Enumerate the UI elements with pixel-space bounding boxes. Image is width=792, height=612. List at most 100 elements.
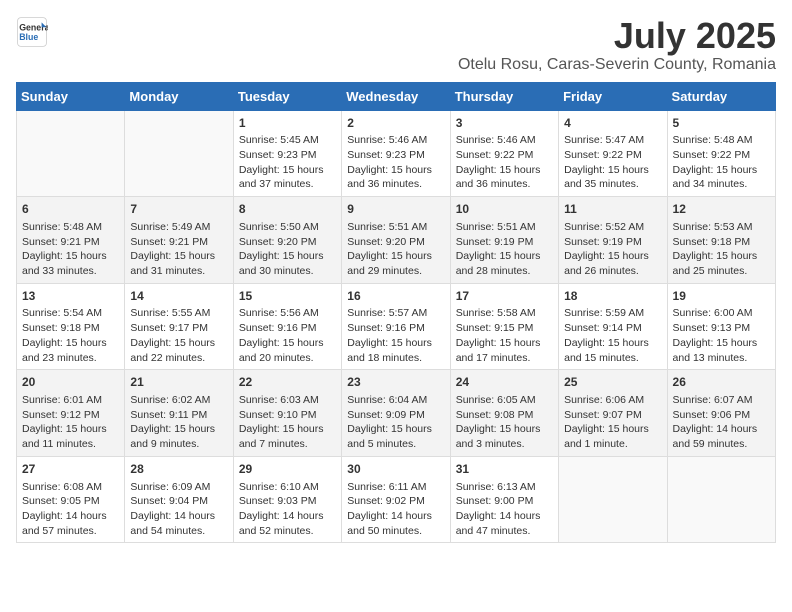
day-info-line: Daylight: 14 hours	[22, 509, 119, 524]
calendar-day-cell: 10Sunrise: 5:51 AMSunset: 9:19 PMDayligh…	[450, 197, 558, 284]
day-info-line: and 50 minutes.	[347, 524, 444, 539]
day-info-line: and 11 minutes.	[22, 437, 119, 452]
day-info-line: and 54 minutes.	[130, 524, 227, 539]
day-info-line: Daylight: 14 hours	[673, 422, 770, 437]
day-info-line: Daylight: 15 hours	[673, 163, 770, 178]
day-info-line: and 57 minutes.	[22, 524, 119, 539]
day-info-line: Sunset: 9:23 PM	[347, 148, 444, 163]
day-info-line: Daylight: 14 hours	[130, 509, 227, 524]
calendar-weekday-header: Sunday	[17, 82, 125, 110]
day-info-line: Sunrise: 6:10 AM	[239, 480, 336, 495]
day-info-line: Sunrise: 5:51 AM	[347, 220, 444, 235]
day-info-line: Sunrise: 5:48 AM	[22, 220, 119, 235]
day-number: 13	[22, 288, 119, 305]
calendar-week-row: 27Sunrise: 6:08 AMSunset: 9:05 PMDayligh…	[17, 456, 776, 543]
day-info-line: and 9 minutes.	[130, 437, 227, 452]
day-number: 1	[239, 115, 336, 132]
day-info-line: Sunset: 9:18 PM	[673, 235, 770, 250]
day-info-line: Sunrise: 6:05 AM	[456, 393, 553, 408]
day-info-line: Sunrise: 5:55 AM	[130, 306, 227, 321]
day-number: 7	[130, 201, 227, 218]
day-info-line: Sunrise: 5:56 AM	[239, 306, 336, 321]
day-info-line: Daylight: 15 hours	[130, 249, 227, 264]
day-number: 4	[564, 115, 661, 132]
day-info-line: and 15 minutes.	[564, 351, 661, 366]
day-info-line: Sunrise: 5:53 AM	[673, 220, 770, 235]
page-header: General Blue July 2025 Otelu Rosu, Caras…	[16, 16, 776, 74]
day-info-line: Daylight: 15 hours	[564, 336, 661, 351]
calendar-day-cell: 1Sunrise: 5:45 AMSunset: 9:23 PMDaylight…	[233, 110, 341, 197]
day-info-line: and 5 minutes.	[347, 437, 444, 452]
day-number: 26	[673, 374, 770, 391]
calendar-day-cell: 8Sunrise: 5:50 AMSunset: 9:20 PMDaylight…	[233, 197, 341, 284]
day-info-line: Daylight: 15 hours	[347, 336, 444, 351]
calendar-weekday-header: Monday	[125, 82, 233, 110]
calendar-day-cell: 29Sunrise: 6:10 AMSunset: 9:03 PMDayligh…	[233, 456, 341, 543]
day-info-line: Daylight: 15 hours	[347, 163, 444, 178]
day-info-line: Sunset: 9:17 PM	[130, 321, 227, 336]
day-number: 15	[239, 288, 336, 305]
day-info-line: Sunrise: 6:13 AM	[456, 480, 553, 495]
calendar-week-row: 1Sunrise: 5:45 AMSunset: 9:23 PMDaylight…	[17, 110, 776, 197]
day-info-line: Sunrise: 5:45 AM	[239, 133, 336, 148]
day-info-line: Daylight: 15 hours	[564, 163, 661, 178]
calendar-weekday-header: Friday	[559, 82, 667, 110]
day-info-line: and 1 minute.	[564, 437, 661, 452]
calendar-day-cell: 12 Sunrise: 5:53 AMSunset: 9:18 PMDayligh…	[667, 197, 775, 284]
day-info-line: Sunrise: 6:11 AM	[347, 480, 444, 495]
day-info-line: Daylight: 14 hours	[456, 509, 553, 524]
calendar-day-cell: 17Sunrise: 5:58 AMSunset: 9:15 PMDayligh…	[450, 283, 558, 370]
day-number: 18	[564, 288, 661, 305]
calendar-day-cell: 3Sunrise: 5:46 AMSunset: 9:22 PMDaylight…	[450, 110, 558, 197]
day-info-line: Sunset: 9:16 PM	[239, 321, 336, 336]
calendar-day-cell: 9Sunrise: 5:51 AMSunset: 9:20 PMDaylight…	[342, 197, 450, 284]
day-number: 14	[130, 288, 227, 305]
day-info-line: Sunset: 9:03 PM	[239, 494, 336, 509]
day-info-line: Daylight: 15 hours	[564, 249, 661, 264]
calendar-day-cell: 18Sunrise: 5:59 AMSunset: 9:14 PMDayligh…	[559, 283, 667, 370]
calendar-day-cell: 23Sunrise: 6:04 AMSunset: 9:09 PMDayligh…	[342, 370, 450, 457]
day-info-line: Sunset: 9:19 PM	[456, 235, 553, 250]
day-info-line: Sunset: 9:04 PM	[130, 494, 227, 509]
day-number: 24	[456, 374, 553, 391]
day-info-line: Daylight: 15 hours	[22, 249, 119, 264]
day-info-line: Daylight: 15 hours	[456, 249, 553, 264]
day-number: 20	[22, 374, 119, 391]
day-info-line: Sunset: 9:22 PM	[564, 148, 661, 163]
day-info-line: Daylight: 15 hours	[564, 422, 661, 437]
day-info-line: Sunrise: 5:48 AM	[673, 133, 770, 148]
day-info-line: and 22 minutes.	[130, 351, 227, 366]
day-info-line: and 25 minutes.	[673, 264, 770, 279]
day-number: 12	[673, 201, 770, 218]
day-info-line: and 13 minutes.	[673, 351, 770, 366]
day-info-line: Daylight: 15 hours	[673, 249, 770, 264]
calendar-day-cell: 24Sunrise: 6:05 AMSunset: 9:08 PMDayligh…	[450, 370, 558, 457]
logo-icon: General Blue	[16, 16, 48, 48]
calendar-day-cell: 19Sunrise: 6:00 AMSunset: 9:13 PMDayligh…	[667, 283, 775, 370]
day-info-line: Sunrise: 5:54 AM	[22, 306, 119, 321]
title-block: July 2025 Otelu Rosu, Caras-Severin Coun…	[458, 16, 776, 74]
day-info-line: and 37 minutes.	[239, 177, 336, 192]
calendar-day-cell: 16Sunrise: 5:57 AMSunset: 9:16 PMDayligh…	[342, 283, 450, 370]
calendar-day-cell: 13Sunrise: 5:54 AMSunset: 9:18 PMDayligh…	[17, 283, 125, 370]
calendar-day-cell	[559, 456, 667, 543]
day-info-line: Sunset: 9:10 PM	[239, 408, 336, 423]
day-info-line: and 29 minutes.	[347, 264, 444, 279]
calendar-day-cell: 2Sunrise: 5:46 AMSunset: 9:23 PMDaylight…	[342, 110, 450, 197]
day-info-line: Sunset: 9:05 PM	[22, 494, 119, 509]
calendar-weekday-header: Tuesday	[233, 82, 341, 110]
day-number: 10	[456, 201, 553, 218]
calendar-day-cell: 5Sunrise: 5:48 AMSunset: 9:22 PMDaylight…	[667, 110, 775, 197]
day-info-line: Sunset: 9:07 PM	[564, 408, 661, 423]
day-info-line: and 34 minutes.	[673, 177, 770, 192]
day-info-line: Sunrise: 6:04 AM	[347, 393, 444, 408]
calendar-day-cell: 26Sunrise: 6:07 AMSunset: 9:06 PMDayligh…	[667, 370, 775, 457]
day-info-line: Daylight: 15 hours	[22, 336, 119, 351]
day-info-line: and 23 minutes.	[22, 351, 119, 366]
day-info-line: Daylight: 15 hours	[347, 249, 444, 264]
day-info-line: and 3 minutes.	[456, 437, 553, 452]
day-info-line: and 33 minutes.	[22, 264, 119, 279]
calendar-day-cell: 22Sunrise: 6:03 AMSunset: 9:10 PMDayligh…	[233, 370, 341, 457]
day-info-line: Sunset: 9:18 PM	[22, 321, 119, 336]
day-info-line: Sunrise: 5:46 AM	[456, 133, 553, 148]
